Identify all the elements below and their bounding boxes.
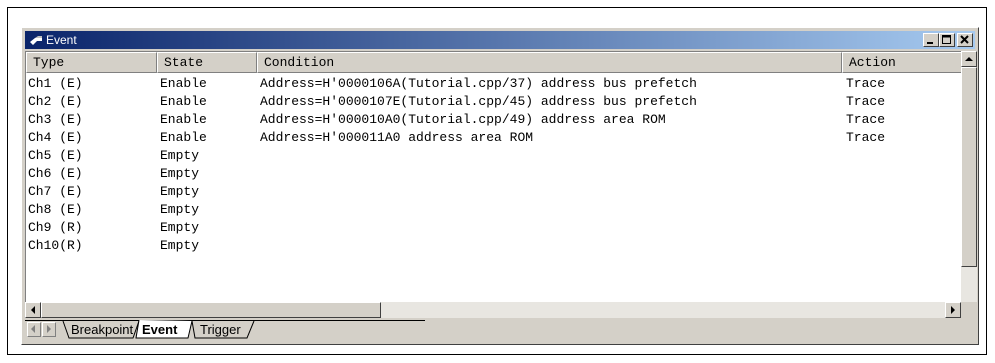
tab-trigger[interactable]: Trigger xyxy=(200,322,241,337)
cell-action: Trace xyxy=(846,130,886,145)
tab-breakpoint[interactable]: Breakpoint xyxy=(71,322,133,337)
event-list: Type State Condition Action Ch1 (E) Enabl… xyxy=(25,51,961,318)
column-header-row: Type State Condition Action xyxy=(26,52,961,73)
cell-action: Trace xyxy=(846,76,886,91)
column-header-action[interactable]: Action xyxy=(842,52,961,73)
cell-type: Ch7 (E) xyxy=(28,184,83,199)
vertical-scrollbar[interactable] xyxy=(961,51,977,318)
cell-type: Ch1 (E) xyxy=(28,76,83,91)
tab-scroll-left-icon xyxy=(31,325,35,333)
minimize-button[interactable] xyxy=(923,33,939,47)
table-row[interactable]: Ch3 (E) Enable Address=H'000010A0(Tutorial… xyxy=(26,111,961,129)
table-row[interactable]: Ch6 (E) Empty xyxy=(26,165,961,183)
cell-state: Empty xyxy=(160,238,200,253)
event-window-icon xyxy=(29,34,43,46)
cell-type: Ch2 (E) xyxy=(28,94,83,109)
table-row[interactable]: Ch4 (E) Enable Address=H'000011A0 address … xyxy=(26,129,961,147)
table-row[interactable]: Ch5 (E) Empty xyxy=(26,147,961,165)
tab-scroll-right-icon xyxy=(47,325,51,333)
cell-state: Enable xyxy=(160,94,207,109)
cell-type: Ch3 (E) xyxy=(28,112,83,127)
table-row[interactable]: Ch8 (E) Empty xyxy=(26,201,961,219)
tab-bar: Breakpoint Event Trigger xyxy=(25,320,975,340)
scroll-up-button[interactable] xyxy=(961,51,977,67)
tab-event[interactable]: Event xyxy=(142,322,177,337)
table-row[interactable]: Ch7 (E) Empty xyxy=(26,183,961,201)
close-icon xyxy=(960,35,969,44)
cell-condition: Address=H'000011A0 address area ROM xyxy=(260,130,534,145)
cell-type: Ch8 (E) xyxy=(28,202,83,217)
cell-type: Ch5 (E) xyxy=(28,148,83,163)
table-row[interactable]: Ch1 (E) Enable Address=H'0000106A(Tutorial… xyxy=(26,75,961,93)
scroll-right-arrow-icon xyxy=(951,306,955,314)
cell-state: Enable xyxy=(160,76,207,91)
maximize-button[interactable] xyxy=(939,33,955,47)
cell-type: Ch10(R) xyxy=(28,238,83,253)
cell-action: Trace xyxy=(846,94,886,109)
cell-state: Empty xyxy=(160,202,200,217)
window-title: Event xyxy=(46,33,77,47)
cell-state: Empty xyxy=(160,220,200,235)
vertical-scroll-thumb[interactable] xyxy=(961,67,977,267)
cell-condition: Address=H'0000106A(Tutorial.cpp/37) addr… xyxy=(260,76,697,91)
cell-state: Empty xyxy=(160,166,200,181)
scroll-up-arrow-icon xyxy=(965,57,973,61)
title-bar[interactable]: Event xyxy=(25,31,975,49)
scrollbar-corner xyxy=(961,302,977,318)
column-header-condition[interactable]: Condition xyxy=(257,52,842,73)
column-header-type[interactable]: Type xyxy=(26,52,157,73)
table-row[interactable]: Ch2 (E) Enable Address=H'0000107E(Tutorial… xyxy=(26,93,961,111)
cell-state: Empty xyxy=(160,184,200,199)
cell-state: Enable xyxy=(160,130,207,145)
tab-scroll-right-button[interactable] xyxy=(42,322,56,337)
maximize-icon xyxy=(942,35,951,44)
cell-type: Ch6 (E) xyxy=(28,166,83,181)
horizontal-scroll-thumb[interactable] xyxy=(41,302,381,318)
cell-type: Ch9 (R) xyxy=(28,220,83,235)
event-window: Event Type State Condition Action Ch1 (E… xyxy=(21,27,979,345)
close-button[interactable] xyxy=(957,33,973,47)
cell-condition: Address=H'000010A0(Tutorial.cpp/49) addr… xyxy=(260,112,666,127)
table-row[interactable]: Ch9 (R) Empty xyxy=(26,219,961,237)
column-header-state[interactable]: State xyxy=(157,52,257,73)
cell-state: Empty xyxy=(160,148,200,163)
minimize-icon xyxy=(927,42,933,44)
scroll-left-arrow-icon xyxy=(31,306,35,314)
cell-state: Enable xyxy=(160,112,207,127)
cell-type: Ch4 (E) xyxy=(28,130,83,145)
scroll-left-button[interactable] xyxy=(25,302,41,318)
cell-action: Trace xyxy=(846,112,886,127)
tab-scroll-left-button[interactable] xyxy=(27,322,41,337)
table-row[interactable]: Ch10(R) Empty xyxy=(26,237,961,255)
horizontal-scrollbar[interactable] xyxy=(25,302,961,318)
scroll-right-button[interactable] xyxy=(945,302,961,318)
cell-condition: Address=H'0000107E(Tutorial.cpp/45) addr… xyxy=(260,94,697,109)
